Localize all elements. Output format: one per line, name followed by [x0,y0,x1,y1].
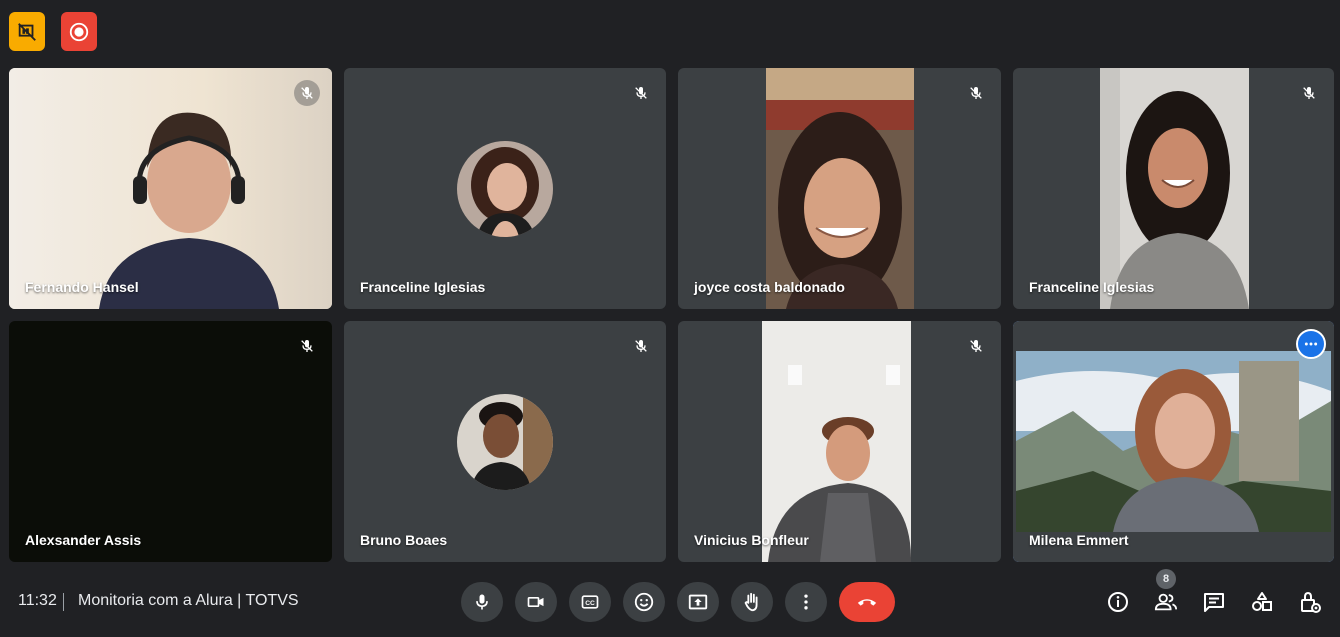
presentation-off-icon [18,22,36,41]
participant-video [1013,321,1334,562]
more-options-button[interactable] [785,582,827,622]
microphone-icon [476,594,488,610]
mic-off-icon [301,87,313,99]
mic-muted-indicator [963,333,989,359]
participant-name: Fernando Hansel [25,279,139,295]
divider [63,593,64,611]
participant-name: Bruno Boaes [360,532,448,548]
mic-muted-indicator [294,80,320,106]
participant-options-button[interactable] [1296,329,1326,359]
activities-button[interactable] [1250,589,1274,615]
host-controls-icon [1301,591,1321,613]
top-toolbar [9,12,97,51]
participant-grid: Fernando Hansel Franceline Iglesias joyc… [9,68,1334,562]
mic-off-icon [1303,87,1315,99]
participant-tile[interactable]: Milena Emmert [1013,321,1334,562]
participant-video [1099,68,1249,309]
participant-tile[interactable]: Vinicius Bonfleur [678,321,1001,562]
participant-name: Franceline Iglesias [360,279,486,295]
camera-icon [527,597,544,607]
emoji-icon [634,592,654,612]
side-panel-controls: 8 [1106,569,1322,615]
mic-off-icon [635,340,647,352]
present-icon [688,594,708,610]
mic-muted-indicator [963,80,989,106]
activities-icon [1252,592,1272,611]
emoji-button[interactable] [623,582,665,622]
chat-icon [1204,593,1224,612]
participant-video [765,68,914,309]
meeting-clock: 11:32 [18,592,57,609]
avatar [457,140,553,237]
participant-count-badge: 8 [1156,569,1176,589]
mic-off-icon [970,87,982,99]
call-controls: CC [461,582,895,622]
meeting-details-button[interactable] [1106,589,1130,615]
participant-name: Alexsander Assis [25,532,142,548]
end-call-button[interactable] [839,582,895,622]
participant-tile[interactable]: Fernando Hansel [9,68,332,309]
end-call-icon [857,599,877,606]
avatar [457,393,553,490]
raise-hand-icon [744,592,758,612]
more-horizontal-icon [1304,342,1318,346]
mic-muted-indicator [294,333,320,359]
people-button[interactable]: 8 [1154,569,1178,615]
raise-hand-button[interactable] [731,582,773,622]
mic-off-icon [301,340,313,352]
participant-tile[interactable]: Bruno Boaes [344,321,666,562]
participant-tile[interactable]: Alexsander Assis [9,321,332,562]
captions-icon: CC [581,595,599,609]
participant-name: Vinicius Bonfleur [694,532,809,548]
participant-name: joyce costa baldonado [694,279,845,295]
present-button[interactable] [677,582,719,622]
more-options-icon [804,594,808,610]
svg-text:CC: CC [585,600,595,607]
presentation-off-button[interactable] [9,12,45,51]
captions-button[interactable]: CC [569,582,611,622]
participant-name: Franceline Iglesias [1029,279,1155,295]
recording-icon [69,22,89,41]
mic-muted-indicator [628,333,654,359]
chat-button[interactable] [1202,589,1226,615]
mic-off-icon [970,340,982,352]
microphone-button[interactable] [461,582,503,622]
meeting-title: Monitoria com a Alura | TOTVS [78,592,299,609]
recording-button[interactable] [61,12,97,51]
participant-tile[interactable]: Franceline Iglesias [344,68,666,309]
mic-muted-indicator [1296,80,1322,106]
participant-video [9,68,332,309]
participant-video [761,321,911,562]
camera-button[interactable] [515,582,557,622]
host-controls-button[interactable] [1298,589,1322,615]
mic-off-icon [635,87,647,99]
mic-muted-indicator [628,80,654,106]
participant-name: Milena Emmert [1029,532,1129,548]
participant-tile[interactable]: Franceline Iglesias [1013,68,1334,309]
bottom-bar: 11:32 Monitoria com a Alura | TOTVS CC 8 [0,569,1340,629]
participant-tile[interactable]: joyce costa baldonado [678,68,1001,309]
info-icon [1108,592,1128,612]
people-icon [1154,593,1178,611]
